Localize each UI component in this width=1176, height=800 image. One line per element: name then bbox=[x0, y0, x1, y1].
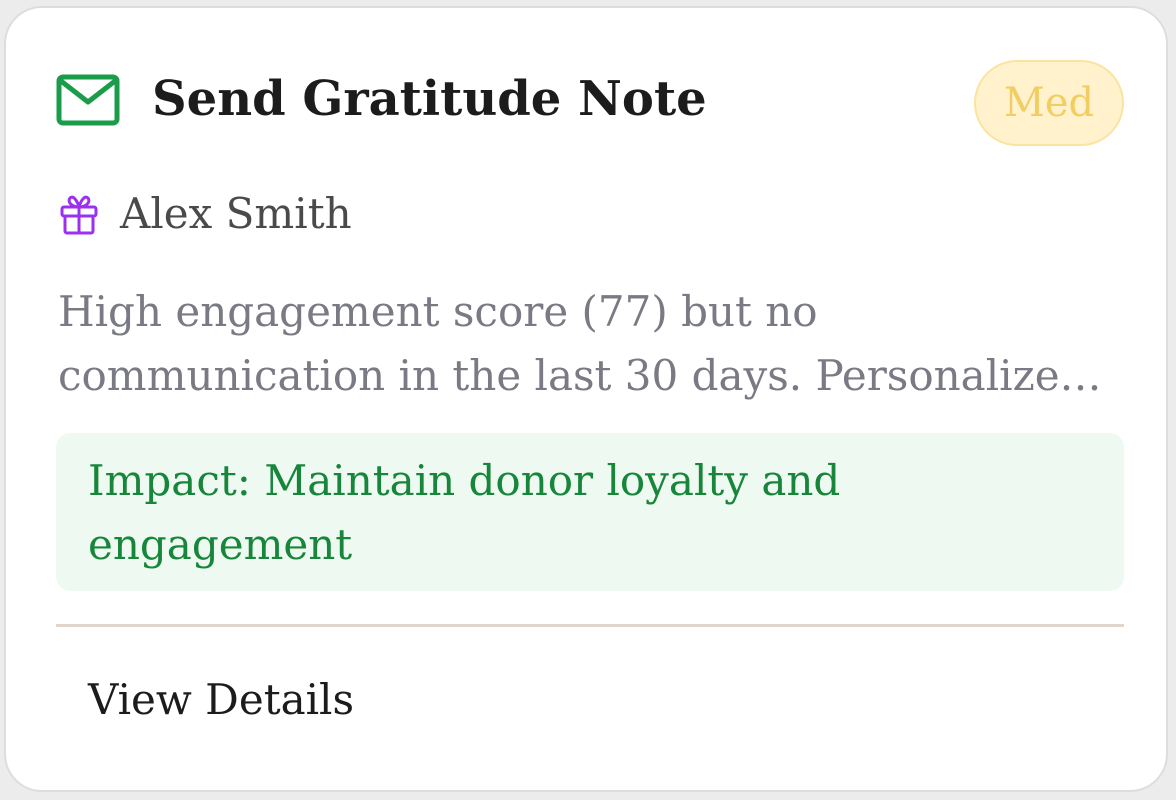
impact-note: Impact: Maintain donor loyalty and engag… bbox=[56, 433, 1124, 591]
recommendation-card: Send Gratitude Note Med Alex Smith High … bbox=[4, 6, 1168, 792]
divider bbox=[56, 624, 1124, 627]
view-details-button[interactable]: View Details bbox=[88, 670, 354, 730]
priority-badge: Med bbox=[974, 60, 1124, 146]
card-header: Send Gratitude Note Med bbox=[56, 54, 1124, 154]
envelope-icon bbox=[56, 74, 120, 126]
donor-row: Alex Smith bbox=[58, 184, 658, 244]
card-description: High engagement score (77) but no commun… bbox=[58, 287, 1102, 400]
gift-icon bbox=[60, 195, 98, 235]
card-title: Send Gratitude Note bbox=[152, 71, 707, 127]
donor-name: Alex Smith bbox=[120, 189, 352, 238]
